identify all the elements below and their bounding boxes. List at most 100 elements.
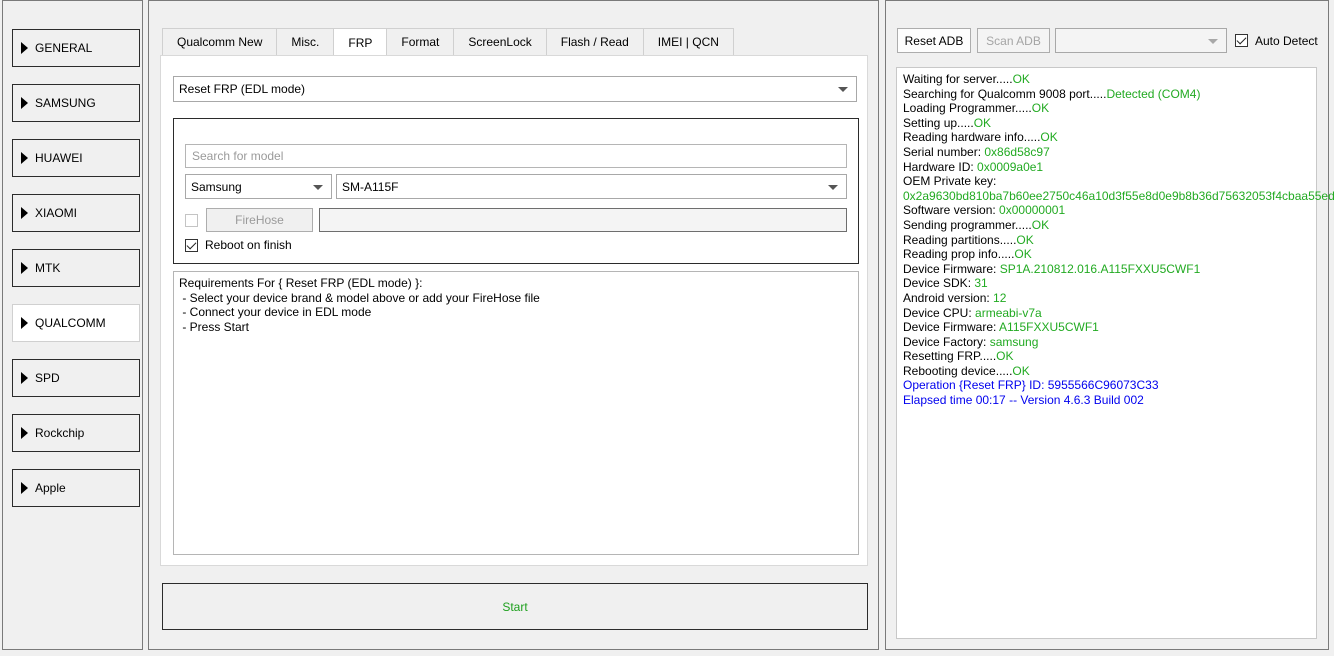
log-segment: Loading Programmer..... xyxy=(903,101,1032,116)
triangle-right-icon xyxy=(21,372,28,384)
log-segment: Reading prop info..... xyxy=(903,247,1015,262)
sidebar-item-spd[interactable]: SPD xyxy=(12,359,140,397)
chevron-down-icon xyxy=(828,184,838,190)
firehose-path-field[interactable] xyxy=(319,208,847,232)
main-panel: Qualcomm New Misc. FRP Format ScreenLock Flas… xyxy=(148,0,879,650)
log-segment: SP1A.210812.016.A115FXXU5CWF1 xyxy=(999,261,1201,276)
log-segment: Operation {Reset FRP} ID: 5955566C96073C… xyxy=(903,378,1159,393)
log-line: Reading hardware info.....OK xyxy=(903,130,1310,145)
log-segment: OEM Private key: xyxy=(903,174,997,189)
sidebar-item-general[interactable]: GENERAL xyxy=(12,29,140,67)
log-segment: OK xyxy=(1012,72,1030,86)
triangle-right-icon xyxy=(21,317,28,329)
sidebar-item-rockchip[interactable]: Rockchip xyxy=(12,414,140,452)
log-line: Device Factory: samsung xyxy=(903,335,1310,350)
log-segment: OK xyxy=(996,349,1014,364)
log-line: Elapsed time 00:17 -- Version 4.6.3 Buil… xyxy=(903,393,1310,408)
log-line: Loading Programmer.....OK xyxy=(903,101,1310,116)
log-line: Android version: 12 xyxy=(903,291,1310,306)
log-line: Device SDK: 31 xyxy=(903,276,1310,291)
log-segment: Searching for Qualcomm 9008 port..... xyxy=(903,86,1107,101)
requirements-textbox[interactable]: Requirements For { Reset FRP (EDL mode) … xyxy=(173,271,859,555)
log-line: Setting up.....OK xyxy=(903,116,1310,131)
tab-flash-read[interactable]: Flash / Read xyxy=(545,28,643,56)
log-segment: Software version: xyxy=(903,203,1000,218)
log-segment: Reading partitions..... xyxy=(903,232,1017,247)
log-segment: Device SDK: xyxy=(903,276,975,291)
auto-detect-checkbox[interactable] xyxy=(1235,34,1248,47)
operation-select[interactable]: Reset FRP (EDL mode) xyxy=(173,76,857,102)
log-segment: 0x0009a0e1 xyxy=(977,159,1044,174)
log-segment: armeabi-v7a xyxy=(975,305,1042,320)
sidebar-item-label: Rockchip xyxy=(35,426,85,440)
tab-screenlock[interactable]: ScreenLock xyxy=(453,28,546,56)
log-line: Sending programmer.....OK xyxy=(903,218,1310,233)
log-output[interactable]: Waiting for server.....OK Searching for Q… xyxy=(896,67,1334,639)
reboot-checkbox[interactable] xyxy=(185,239,198,252)
log-segment: 0x00000001 xyxy=(999,203,1066,218)
log-segment: OK xyxy=(973,115,992,130)
model-groupbox: Search for model Samsung SM-A115F FireHo… xyxy=(173,118,859,264)
sidebar-item-xiaomi[interactable]: XIAOMI xyxy=(12,194,140,232)
model-select[interactable]: SM-A115F xyxy=(336,174,847,199)
sidebar-item-qualcomm[interactable]: QUALCOMM xyxy=(12,304,140,342)
log-segment: Device Firmware: xyxy=(903,261,1000,276)
log-segment: samsung xyxy=(989,334,1039,349)
sidebar-item-label: QUALCOMM xyxy=(35,316,106,330)
log-segment: OK xyxy=(1016,232,1034,247)
sidebar-item-samsung[interactable]: SAMSUNG xyxy=(12,84,140,122)
sidebar-item-label: MTK xyxy=(35,261,61,275)
log-segment: Reading hardware info..... xyxy=(903,130,1041,145)
tab-misc[interactable]: Misc. xyxy=(276,28,334,56)
sidebar-item-mtk[interactable]: MTK xyxy=(12,249,140,287)
sidebar-item-label: XIAOMI xyxy=(35,206,78,220)
log-segment: 0x86d58c97 xyxy=(984,144,1050,159)
log-segment: Detected (COM4) xyxy=(1106,86,1201,101)
auto-detect-label: Auto Detect xyxy=(1255,34,1318,48)
model-select-value: SM-A115F xyxy=(342,179,399,194)
sidebar-item-label: SPD xyxy=(35,371,60,385)
tab-imei-qcn[interactable]: IMEI | QCN xyxy=(642,28,734,56)
triangle-right-icon xyxy=(21,262,28,274)
search-model-input[interactable]: Search for model xyxy=(185,144,847,168)
triangle-right-icon xyxy=(21,152,28,164)
log-segment: Rebooting device..... xyxy=(903,363,1013,378)
log-segment: Setting up..... xyxy=(903,115,974,130)
scan-adb-button[interactable]: Scan ADB xyxy=(977,28,1050,53)
tab-frp[interactable]: FRP xyxy=(333,28,387,57)
requirement-line: - Connect your device in EDL mode xyxy=(179,305,372,319)
sidebar-item-label: HUAWEI xyxy=(35,151,83,165)
reboot-label: Reboot on finish xyxy=(205,238,292,252)
triangle-right-icon xyxy=(21,427,28,439)
sidebar-item-apple[interactable]: Apple xyxy=(12,469,140,507)
sidebar-item-label: SAMSUNG xyxy=(35,96,96,110)
log-segment: Android version: xyxy=(903,290,994,305)
reset-adb-button[interactable]: Reset ADB xyxy=(897,28,971,53)
log-segment: A115FXXU5CWF1 xyxy=(999,320,1099,335)
tab-qualcomm-new[interactable]: Qualcomm New xyxy=(162,28,277,56)
tab-format[interactable]: Format xyxy=(386,28,454,56)
requirement-line: - Select your device brand & model above… xyxy=(179,290,540,305)
log-line: Operation {Reset FRP} ID: 5955566C96073C… xyxy=(903,378,1310,393)
log-line: Resetting FRP.....OK xyxy=(903,349,1310,364)
log-segment: Elapsed time 00:17 -- Version 4.6.3 Buil… xyxy=(903,393,1144,408)
log-line: Device Firmware: A115FXXU5CWF1 xyxy=(903,320,1310,335)
log-line: Reading prop info.....OK xyxy=(903,247,1310,262)
log-segment: OK xyxy=(1031,101,1050,116)
start-button[interactable]: Start xyxy=(162,583,868,630)
log-segment: Sending programmer..... xyxy=(903,217,1032,232)
log-segment: Device Factory: xyxy=(903,334,990,349)
sidebar-item-label: Apple xyxy=(35,481,66,495)
triangle-right-icon xyxy=(21,97,28,109)
firehose-checkbox[interactable] xyxy=(185,214,198,227)
operation-select-value: Reset FRP (EDL mode) xyxy=(179,82,306,96)
requirement-line: Requirements For { Reset FRP (EDL mode) … xyxy=(179,276,423,290)
log-segment: Serial number: xyxy=(903,144,985,159)
log-segment: Waiting for server..... xyxy=(903,72,1013,86)
brand-select[interactable]: Samsung xyxy=(185,174,332,199)
port-select[interactable] xyxy=(1055,28,1227,53)
sidebar-item-huawei[interactable]: HUAWEI xyxy=(12,139,140,177)
chevron-down-icon xyxy=(1208,38,1218,44)
chevron-down-icon xyxy=(838,87,848,92)
firehose-button[interactable]: FireHose xyxy=(206,208,313,232)
